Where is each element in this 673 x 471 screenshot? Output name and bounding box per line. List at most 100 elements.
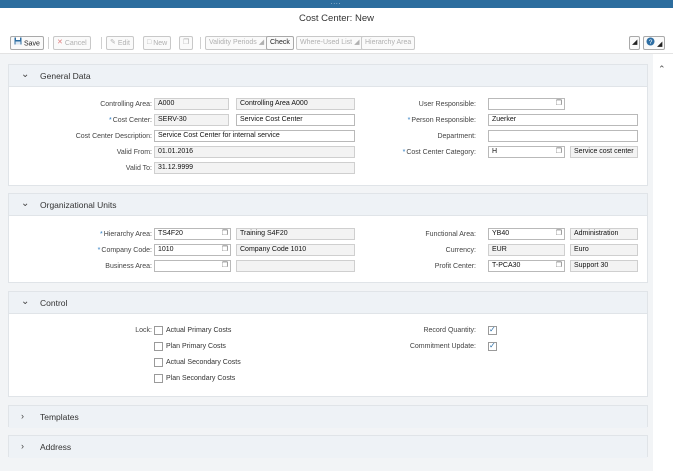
validity-periods-button[interactable]: Validity Periods ◢ [205,36,269,50]
value-help-icon[interactable]: ❐ [556,148,562,156]
category-label: *Cost Center Category: [402,149,476,156]
valid-to-field: 31.12.9999 [154,162,355,174]
organizational-units-header[interactable]: ⌄ Organizational Units [9,194,647,216]
edit-button[interactable]: ✎ Edit [106,36,134,50]
value-help-icon[interactable]: ❐ [222,230,228,238]
chevron-right-icon[interactable]: › [21,411,24,421]
dropdown-caret-icon: ◢ [258,39,265,46]
checkbox-label: Actual Primary Costs [166,327,232,334]
chevron-right-icon[interactable]: › [21,441,24,451]
chevron-down-icon[interactable]: ⌄ [21,296,29,307]
chevron-down-icon[interactable]: ⌄ [21,198,29,209]
checkbox-label: Plan Primary Costs [166,343,226,350]
required-marker: * [402,149,406,156]
valid-from-field: 01.01.2016 [154,146,355,158]
profit-center-text: Support 30 [570,260,638,272]
currency-label: Currency: [445,247,476,254]
address-header[interactable]: › Address [9,436,647,458]
person-responsible-input[interactable]: Zuerker [488,114,638,126]
toolbar-separator [101,37,102,49]
lock-plan-primary-checkbox[interactable] [154,342,163,351]
controlling-area-label: Controlling Area: [100,101,152,108]
record-quantity-checkbox[interactable] [488,325,497,335]
copy-button[interactable]: ❐ [179,36,194,50]
user-responsible-label: User Responsible: [418,101,476,108]
business-area-label: Business Area: [105,263,152,270]
more-menu-button[interactable]: ◢ [629,36,641,50]
cancel-button[interactable]: ✕ Cancel [53,36,91,50]
new-button[interactable]: □ New [143,36,172,50]
toolbar-separator [200,37,201,49]
currency-field: EUR [488,244,565,256]
required-marker: * [108,117,112,124]
company-code-input[interactable]: 1010 ❐ [154,244,231,256]
department-label: Department: [437,133,476,140]
valid-from-label: Valid From: [116,149,152,156]
business-area-input[interactable]: ❐ [154,260,231,272]
scroll-up-arrow-icon[interactable]: ⌃ [658,64,666,75]
required-marker: * [97,247,101,254]
category-input[interactable]: H ❐ [488,146,565,158]
currency-text: Euro [570,244,638,256]
chevron-down-icon[interactable]: ⌄ [21,69,29,80]
control-header[interactable]: ⌄ Control [9,292,647,314]
profit-center-input[interactable]: T-PCA30 ❐ [488,260,565,272]
where-used-list-button[interactable]: Where-Used List ◢ [296,36,364,50]
general-data-header[interactable]: ⌄ General Data [9,65,647,87]
dropdown-caret-icon: ◢ [354,39,360,46]
required-marker: * [407,117,411,124]
company-code-text: Company Code 1010 [236,244,355,256]
lock-actual-secondary-checkbox[interactable] [154,358,163,367]
page-title: Cost Center: New [299,13,374,24]
functional-area-input[interactable]: YB40 ❐ [488,228,565,240]
toolbar: Save ✕ Cancel ✎ Edit □ New ❐ Validity Perio… [0,32,673,54]
vertical-scrollbar[interactable]: ⌃ [653,54,673,471]
general-data-panel: ⌄ General Data Controlling Area: A000 Co… [8,64,648,186]
dropdown-caret-icon: ◢ [656,41,663,48]
x-icon: ✕ [57,39,63,46]
value-help-icon[interactable]: ❐ [556,262,562,270]
page-icon: □ [147,39,152,46]
lock-label: Lock: [135,327,152,334]
value-help-icon[interactable]: ❐ [556,230,562,238]
templates-header[interactable]: › Templates [9,406,647,428]
description-label: Cost Center Description: [75,133,152,140]
department-input[interactable] [488,130,638,142]
user-responsible-input[interactable]: ❐ [488,98,565,110]
valid-to-label: Valid To: [125,165,152,172]
section-title: Control [40,298,68,308]
controlling-area-field: A000 [154,98,229,110]
person-responsible-label: *Person Responsible: [407,117,476,124]
check-button[interactable]: Check [266,36,294,50]
value-help-icon[interactable]: ❐ [556,100,562,108]
toolbar-separator [48,37,49,49]
profit-center-label: Profit Center: [434,263,476,270]
window-grip[interactable]: .... [318,0,354,6]
window-top-bar: .... [0,0,673,8]
required-marker: * [100,231,103,238]
commitment-update-label: Commitment Update: [409,343,476,350]
section-title: Organizational Units [40,200,117,210]
business-area-text [236,260,355,272]
commitment-update-checkbox[interactable] [488,341,497,351]
value-help-icon[interactable]: ❐ [222,246,228,254]
value-help-icon[interactable]: ❐ [222,262,228,270]
help-icon: ? [646,37,655,48]
templates-panel: › Templates [8,405,648,428]
help-button[interactable]: ? ◢ [643,36,666,50]
svg-text:?: ? [649,39,653,46]
hierarchy-area-input[interactable]: TS4F20 ❐ [154,228,231,240]
description-input[interactable]: Service Cost Center for internal service [154,130,355,142]
checkbox-label: Actual Secondary Costs [166,359,241,366]
hierarchy-area-label: *Hierarchy Area: [100,231,152,238]
lock-actual-primary-checkbox[interactable] [154,326,163,335]
cost-center-field: SERV-30 [154,114,229,126]
save-button[interactable]: Save [10,36,44,50]
category-text: Service cost center [570,146,638,158]
hierarchy-area-button[interactable]: Hierarchy Area [361,36,416,50]
hierarchy-area-text: Training S4F20 [236,228,355,240]
controlling-area-text: Controlling Area A000 [236,98,355,110]
cost-center-name-input[interactable]: Service Cost Center [236,114,355,126]
dropdown-caret-icon: ◢ [632,39,638,46]
lock-plan-secondary-checkbox[interactable] [154,374,163,383]
